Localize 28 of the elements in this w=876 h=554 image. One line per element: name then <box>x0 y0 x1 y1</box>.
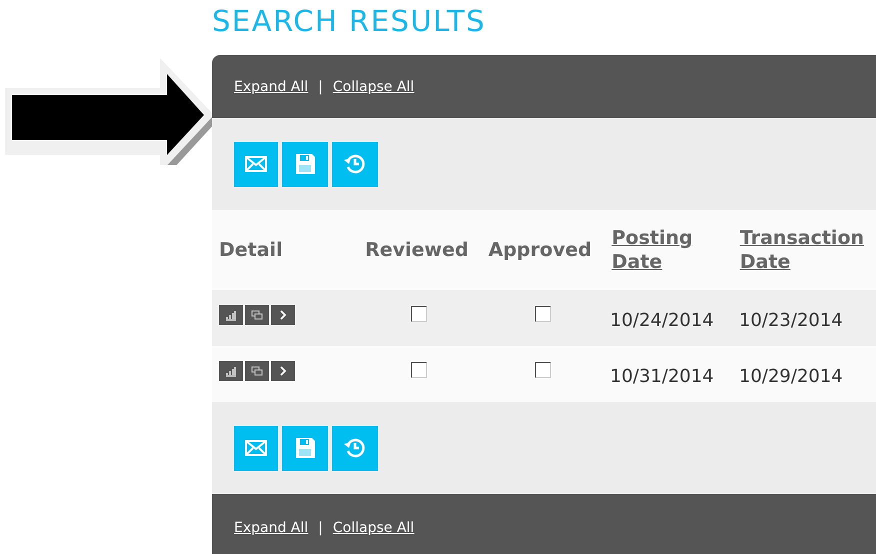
checkbox[interactable] <box>535 362 551 378</box>
chevron-right-icon[interactable] <box>271 305 295 325</box>
column-header: Detail <box>218 239 284 261</box>
checkbox[interactable] <box>535 306 551 322</box>
checkbox[interactable] <box>411 306 427 322</box>
history-icon <box>343 436 367 460</box>
column-header: Approved <box>488 239 593 261</box>
bar-chart-icon[interactable] <box>219 361 243 381</box>
link[interactable]: Collapse All <box>332 78 414 94</box>
table-cell-text: 10/29/2014 <box>738 364 844 386</box>
sortable-column-header[interactable]: Posting Date <box>606 226 735 274</box>
separator: | <box>318 78 323 94</box>
checkbox[interactable] <box>411 362 427 378</box>
bar-chart-icon[interactable] <box>219 305 243 325</box>
cards-icon[interactable] <box>245 361 269 381</box>
link[interactable]: Collapse All <box>332 520 414 536</box>
page-title: SEARCH RESULTS <box>212 3 487 40</box>
chevron-right-icon[interactable] <box>271 361 295 381</box>
link[interactable]: Expand All <box>234 78 308 94</box>
history-icon <box>343 152 367 176</box>
column-header: Reviewed <box>364 239 470 261</box>
table-cell-text: 10/24/2014 <box>609 308 715 330</box>
sortable-column-header[interactable]: Transaction Date <box>734 226 876 274</box>
link[interactable]: Expand All <box>234 520 308 536</box>
table-cell-text: 10/31/2014 <box>609 364 715 386</box>
table-cell-text: 10/23/2014 <box>738 308 844 330</box>
cards-icon[interactable] <box>245 305 269 325</box>
separator: | <box>318 520 323 536</box>
